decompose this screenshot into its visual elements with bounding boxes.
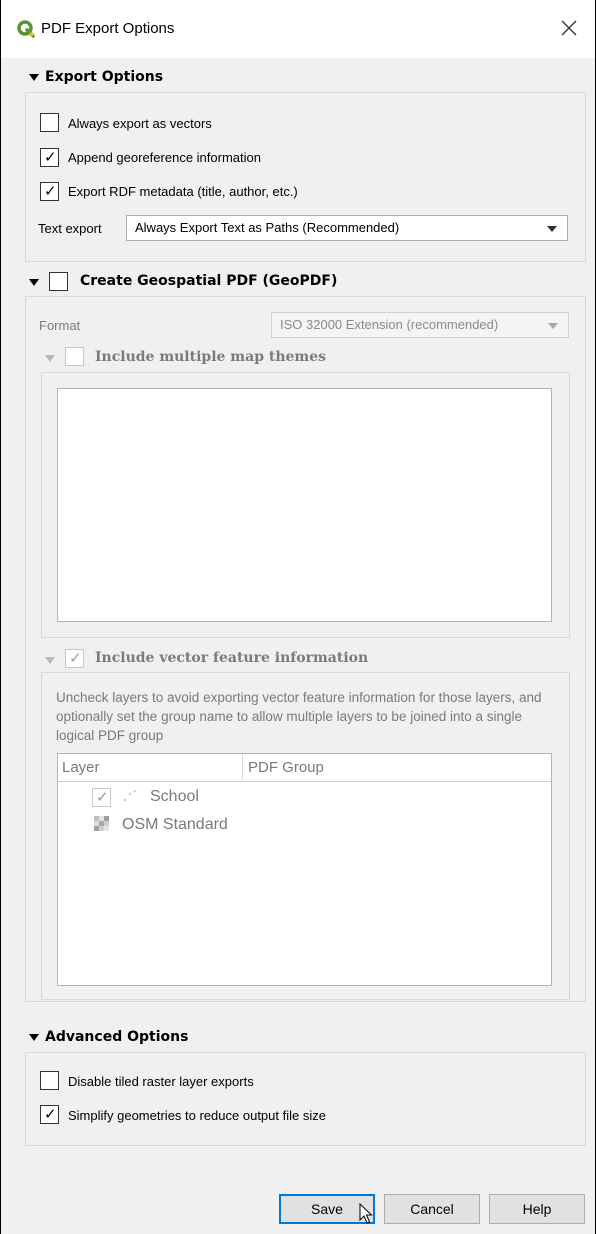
always-vectors-checkbox[interactable] <box>40 113 59 132</box>
window-title: PDF Export Options <box>41 20 175 37</box>
table-row[interactable]: OSM Standard <box>58 812 551 838</box>
text-export-value: Always Export Text as Paths (Recommended… <box>135 220 400 235</box>
layer-table[interactable]: Layer PDF Group ✓ School OSM Standard <box>57 753 552 986</box>
collapse-arrow-icon[interactable] <box>29 279 39 286</box>
close-icon[interactable] <box>557 16 581 40</box>
column-divider <box>242 754 243 782</box>
checkmark-icon: ✓ <box>44 183 57 200</box>
help-button[interactable]: Help <box>489 1194 585 1224</box>
text-export-label: Text export <box>38 221 102 236</box>
simplify-label: Simplify geometries to reduce output fil… <box>68 1108 326 1123</box>
collapse-arrow-icon[interactable] <box>29 74 39 81</box>
pdf-export-dialog: PDF Export Options Export Options Always… <box>0 0 596 1234</box>
mouse-cursor-icon <box>359 1202 373 1224</box>
checkmark-icon: ✓ <box>44 1106 57 1123</box>
checkmark-icon: ✓ <box>69 650 82 667</box>
vector-info-checkbox[interactable]: ✓ <box>65 649 84 668</box>
export-rdf-label: Export RDF metadata (title, author, etc.… <box>68 184 298 199</box>
raster-layer-icon <box>94 816 109 831</box>
collapse-arrow-icon[interactable] <box>29 1034 39 1041</box>
append-georef-checkbox[interactable]: ✓ <box>40 148 59 167</box>
text-export-dropdown[interactable]: Always Export Text as Paths (Recommended… <box>126 215 568 241</box>
map-themes-checkbox[interactable] <box>65 347 84 366</box>
collapse-arrow-icon[interactable] <box>45 657 55 664</box>
simplify-checkbox[interactable]: ✓ <box>40 1105 59 1124</box>
point-layer-icon <box>123 789 137 802</box>
map-themes-list[interactable] <box>57 388 552 622</box>
checkmark-icon: ✓ <box>44 149 57 166</box>
advanced-options-header[interactable]: Advanced Options <box>45 1029 188 1045</box>
append-georef-label: Append georeference information <box>68 150 261 165</box>
format-value: ISO 32000 Extension (recommended) <box>280 317 499 332</box>
disable-tiled-label: Disable tiled raster layer exports <box>68 1074 254 1089</box>
chevron-down-icon <box>547 226 557 232</box>
table-row[interactable]: ✓ School <box>58 784 551 810</box>
chevron-down-icon <box>548 323 558 329</box>
checkmark-icon: ✓ <box>96 789 109 806</box>
format-dropdown[interactable]: ISO 32000 Extension (recommended) <box>271 312 569 338</box>
create-geopdf-checkbox[interactable] <box>49 272 68 291</box>
advanced-options-group <box>25 1052 586 1146</box>
title-bar: PDF Export Options <box>1 0 595 58</box>
vector-info-header: Include vector feature information <box>95 650 369 666</box>
layer-column-header[interactable]: Layer <box>62 759 100 776</box>
qgis-logo-icon <box>17 20 35 38</box>
always-vectors-label: Always export as vectors <box>68 116 212 131</box>
export-rdf-checkbox[interactable]: ✓ <box>40 182 59 201</box>
export-options-header[interactable]: Export Options <box>45 69 163 85</box>
disable-tiled-checkbox[interactable] <box>40 1071 59 1090</box>
collapse-arrow-icon[interactable] <box>45 355 55 362</box>
cancel-button[interactable]: Cancel <box>384 1194 480 1224</box>
school-layer-name: School <box>150 788 199 805</box>
vector-info-description: Uncheck layers to avoid exporting vector… <box>56 690 542 743</box>
create-geopdf-header: Create Geospatial PDF (GeoPDF) <box>80 273 338 289</box>
map-themes-header: Include multiple map themes <box>95 349 327 365</box>
format-label: Format <box>39 318 81 333</box>
osm-layer-name: OSM Standard <box>122 816 228 833</box>
school-layer-checkbox[interactable]: ✓ <box>92 788 111 807</box>
table-header: Layer PDF Group <box>58 754 551 782</box>
pdf-group-column-header[interactable]: PDF Group <box>248 759 324 776</box>
